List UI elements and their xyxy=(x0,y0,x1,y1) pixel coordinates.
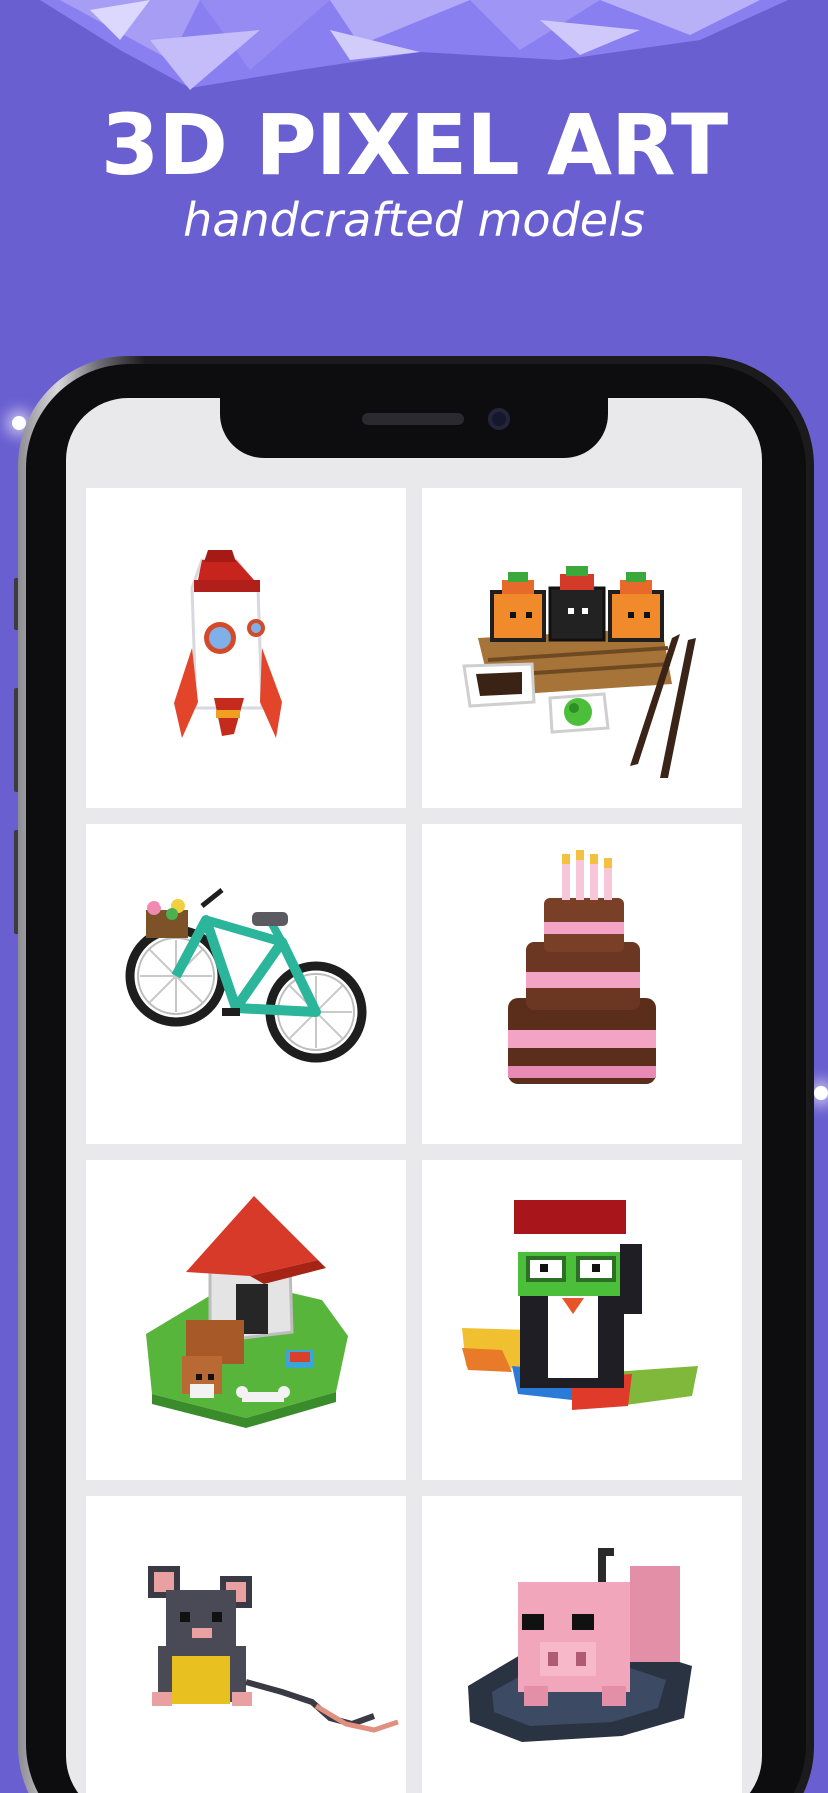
page: 3D PIXEL ART handcrafted models xyxy=(0,0,828,1793)
triangle-pattern-banner xyxy=(40,0,788,90)
cake-icon xyxy=(508,850,656,1084)
sparkle-right xyxy=(814,1086,828,1100)
pig-icon xyxy=(468,1548,692,1742)
penguin-model[interactable] xyxy=(422,1160,742,1480)
rocket-icon xyxy=(174,550,282,738)
doghouse-icon xyxy=(146,1196,348,1428)
headline: 3D PIXEL ART xyxy=(100,96,728,194)
mouse-icon xyxy=(148,1566,399,1733)
speaker-grille xyxy=(362,413,464,425)
sushi-icon xyxy=(462,566,696,778)
mouse-model[interactable] xyxy=(86,1496,406,1793)
rocket-model[interactable] xyxy=(86,488,406,808)
bicycle-icon xyxy=(125,888,367,1063)
cake-model[interactable] xyxy=(422,824,742,1144)
doghouse-model[interactable] xyxy=(86,1160,406,1480)
penguin-icon xyxy=(462,1200,698,1410)
front-camera xyxy=(488,408,510,430)
subtitle: handcrafted models xyxy=(183,193,645,247)
sushi-model[interactable] xyxy=(422,488,742,808)
bicycle-model[interactable] xyxy=(86,824,406,1144)
pig-model[interactable] xyxy=(422,1496,742,1793)
